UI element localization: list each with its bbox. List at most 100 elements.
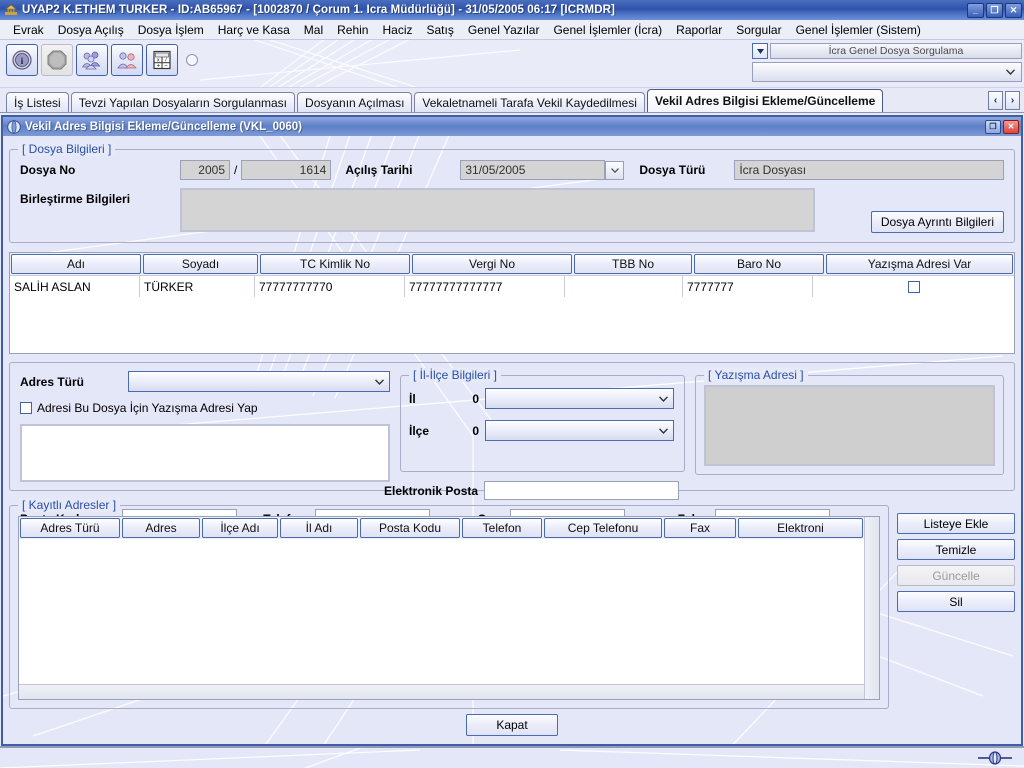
cell-tbb-no: [565, 276, 683, 297]
menu-item-dosya-acilis[interactable]: Dosya Açılış: [51, 21, 131, 39]
tab-navigation: ‹ ›: [988, 91, 1020, 110]
column-header-adres[interactable]: Adres: [122, 518, 200, 538]
column-header-cep-telefonu[interactable]: Cep Telefonu: [544, 518, 662, 538]
tab-prev-button[interactable]: ‹: [988, 91, 1003, 110]
kayitli-adresler-hscrollbar[interactable]: [19, 684, 864, 699]
sil-button[interactable]: Sil: [897, 591, 1015, 612]
column-header-il-adi[interactable]: İl Adı: [280, 518, 358, 538]
acilis-tarihi-dropdown-button[interactable]: [605, 160, 625, 180]
frame-close-button[interactable]: ✕: [1003, 119, 1019, 134]
quick-select-combo[interactable]: [752, 62, 1022, 82]
form-pane: [ Dosya Bilgileri ] Dosya No 2005 / 1614…: [3, 136, 1021, 744]
yazisma-adresi-yap-checkbox[interactable]: [20, 402, 32, 414]
menu-item-genel-islemler-sistem[interactable]: Genel İşlemler (Sistem): [789, 21, 928, 39]
elektronik-posta-row: Elektronik Posta: [384, 481, 680, 500]
action-buttons-column: Listeye Ekle Temizle Güncelle Sil: [897, 505, 1015, 709]
menu-item-raporlar[interactable]: Raporlar: [669, 21, 729, 39]
menu-item-genel-islemler-icra[interactable]: Genel İşlemler (İcra): [546, 21, 669, 39]
dosya-turu-field: İcra Dosyası: [734, 160, 1004, 180]
column-header-telefon[interactable]: Telefon: [462, 518, 542, 538]
menu-item-haciz[interactable]: Haciz: [375, 21, 419, 39]
calculator-icon-button[interactable]: x / + −: [146, 44, 178, 76]
chevron-down-icon: [659, 427, 668, 434]
close-button[interactable]: ✕: [1005, 2, 1022, 18]
column-header-vergi-no[interactable]: Vergi No: [412, 254, 572, 274]
menu-item-sorgular[interactable]: Sorgular: [729, 21, 788, 39]
il-ilce-group: [ İl-İlçe Bilgileri ] İl 0 İlçe 0: [400, 368, 685, 472]
column-header-ilce-adi[interactable]: İlçe Adı: [202, 518, 278, 538]
dosya-bilgileri-legend: [ Dosya Bilgileri ]: [18, 142, 116, 156]
party-table: Adı Soyadı TC Kimlik No Vergi No TBB No …: [9, 252, 1015, 354]
dosya-turu-label: Dosya Türü: [639, 163, 706, 177]
tab-vekil-adres-bilgisi-ekleme-guncelleme[interactable]: Vekil Adres Bilgisi Ekleme/Güncelleme: [646, 89, 884, 112]
tab-tevzi-yapilan-dosyalarin-sorgulanmasi[interactable]: Tevzi Yapılan Dosyaların Sorgulanması: [70, 92, 296, 112]
birlestirme-bilgileri-label: Birleştirme Bilgileri: [20, 192, 131, 206]
menu-item-satis[interactable]: Satış: [420, 21, 461, 39]
menu-item-genel-yazilar[interactable]: Genel Yazılar: [461, 21, 547, 39]
column-header-tc-kimlik-no[interactable]: TC Kimlik No: [260, 254, 410, 274]
application-window: UYAP2 K.ETHEM TÜRKER - ID:AB65967 - [100…: [0, 0, 1024, 768]
column-header-yazisma-adresi-var[interactable]: Yazışma Adresi Var: [826, 254, 1013, 274]
adres-textarea[interactable]: [20, 424, 390, 482]
chevron-down-icon: [659, 395, 668, 402]
table-row[interactable]: SALİH ASLAN TÜRKER 77777777770 777777777…: [10, 275, 1014, 297]
column-header-tbb-no[interactable]: TBB No: [574, 254, 692, 274]
menu-item-dosya-islem[interactable]: Dosya İşlem: [131, 21, 211, 39]
dosya-no-label: Dosya No: [20, 163, 76, 177]
tab-dosyanin-acilmasi[interactable]: Dosyanın Açılması: [297, 92, 413, 112]
column-header-adi[interactable]: Adı: [11, 254, 141, 274]
menu-item-mal[interactable]: Mal: [297, 21, 330, 39]
window-controls: _ ❐ ✕: [967, 2, 1022, 18]
address-left-column: Adres Türü Adresi Bu Dosya İçin Yazışma …: [20, 371, 390, 482]
internal-frame: Vekil Adres Bilgisi Ekleme/Güncelleme (V…: [1, 115, 1023, 746]
yazisma-adresi-yap-row[interactable]: Adresi Bu Dosya İçin Yazışma Adresi Yap: [20, 401, 390, 415]
acilis-tarihi-label: Açılış Tarihi: [345, 163, 413, 177]
chevron-down-icon: [375, 378, 384, 385]
restore-button[interactable]: ❐: [986, 2, 1003, 18]
quick-search-value[interactable]: İcra Genel Dosya Sorgulama: [770, 43, 1022, 59]
toolbar-radio-toggle[interactable]: [186, 54, 198, 66]
ilce-code: 0: [472, 423, 479, 438]
temizle-button[interactable]: Temizle: [897, 539, 1015, 560]
group-users-icon-button[interactable]: [76, 44, 108, 76]
column-header-posta-kodu[interactable]: Posta Kodu: [360, 518, 460, 538]
quick-search-dropdown-icon[interactable]: [752, 43, 768, 59]
toolbar-region: i x / + − İcra Genel Dosya Sorgulama: [0, 40, 1024, 88]
yazisma-adresi-var-checkbox[interactable]: [907, 280, 920, 293]
column-header-baro-no[interactable]: Baro No: [694, 254, 824, 274]
tab-next-button[interactable]: ›: [1005, 91, 1020, 110]
elektronik-posta-label: Elektronik Posta: [384, 483, 479, 498]
cell-baro-no: 7777777: [683, 276, 813, 297]
footer-bar: Kapat: [9, 709, 1015, 744]
ilce-combo[interactable]: [485, 420, 674, 441]
tab-is-listesi[interactable]: İş Listesi: [6, 92, 69, 112]
tab-vekaletnameli-tarafa-vekil-kaydedilmesi[interactable]: Vekaletnameli Tarafa Vekil Kaydedilmesi: [414, 92, 645, 112]
two-users-icon-button[interactable]: [111, 44, 143, 76]
svg-text:−: −: [164, 64, 168, 70]
frame-restore-button[interactable]: ❐: [985, 119, 1001, 134]
cell-adi: SALİH ASLAN: [10, 276, 140, 297]
sil-label: Sil: [949, 594, 963, 609]
column-header-adres-turu[interactable]: Adres Türü: [20, 518, 120, 538]
two-users-icon: [117, 52, 137, 69]
adres-turu-combo[interactable]: [128, 371, 390, 392]
elektronik-posta-field[interactable]: [484, 481, 680, 500]
column-header-fax[interactable]: Fax: [664, 518, 736, 538]
window-title: UYAP2 K.ETHEM TÜRKER - ID:AB65967 - [100…: [22, 4, 615, 16]
dosya-bilgileri-group: [ Dosya Bilgileri ] Dosya No 2005 / 1614…: [9, 142, 1015, 243]
kayitli-adresler-body: [19, 539, 864, 684]
minimize-button[interactable]: _: [967, 2, 984, 18]
info-icon-button[interactable]: i: [6, 44, 38, 76]
cell-tc-kimlik-no: 77777777770: [255, 276, 405, 297]
menu-item-evrak[interactable]: Evrak: [6, 21, 51, 39]
kayitli-adresler-vscrollbar[interactable]: [864, 517, 879, 699]
menu-item-harc-ve-kasa[interactable]: Harç ve Kasa: [211, 21, 297, 39]
menu-item-rehin[interactable]: Rehin: [330, 21, 375, 39]
il-label: İl: [409, 391, 416, 406]
internal-frame-titlebar: Vekil Adres Bilgisi Ekleme/Güncelleme (V…: [3, 117, 1021, 136]
il-combo[interactable]: [485, 388, 674, 409]
kapat-button[interactable]: Kapat: [466, 714, 558, 736]
dosya-ayrinti-bilgileri-button[interactable]: Dosya Ayrıntı Bilgileri: [870, 211, 1004, 233]
column-header-soyadi[interactable]: Soyadı: [143, 254, 258, 274]
column-header-elektronik[interactable]: Elektroni: [738, 518, 863, 538]
